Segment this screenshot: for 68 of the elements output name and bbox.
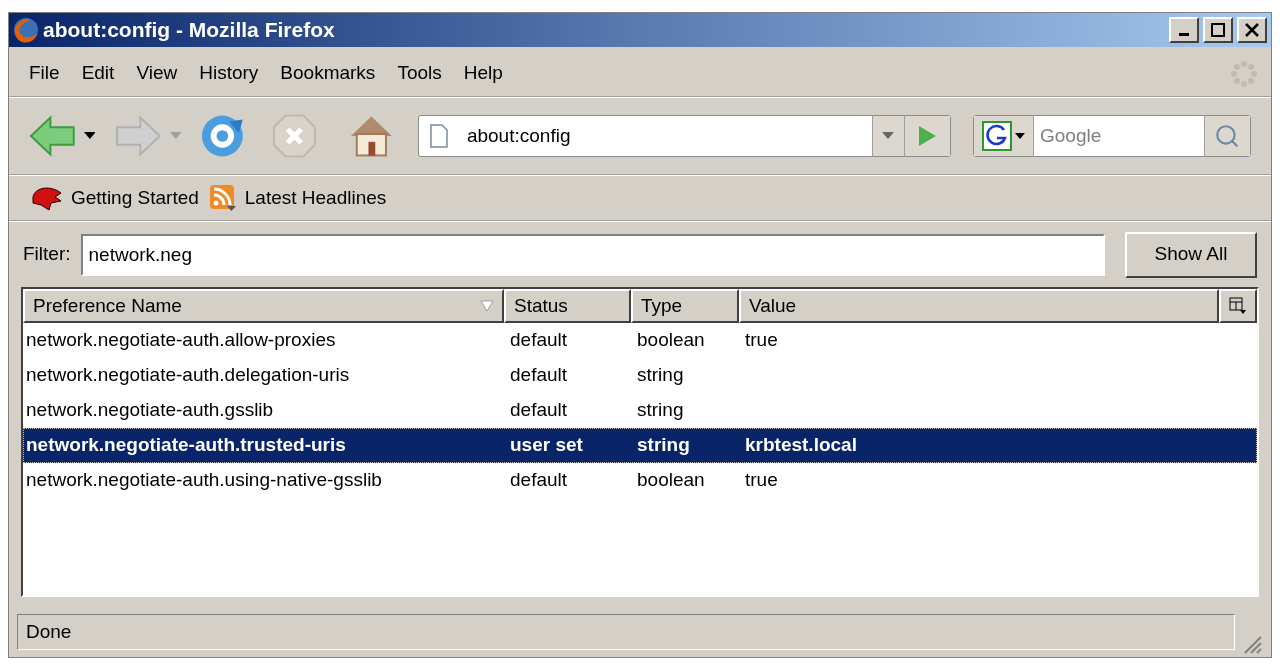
column-picker-icon	[1229, 297, 1247, 315]
table-row[interactable]: network.negotiate-auth.gsslib default string	[23, 393, 1257, 428]
table-cell: network.negotiate-auth.trusted-uris	[26, 434, 346, 456]
menu-item[interactable]: Edit	[73, 59, 123, 88]
table-cell: boolean	[637, 329, 705, 351]
search-icon	[1214, 123, 1241, 149]
column-header[interactable]: Value	[739, 289, 1219, 323]
table-row[interactable]: network.negotiate-auth.using-native-gsslib default boolean true	[23, 463, 1257, 498]
table-cell: default	[510, 364, 568, 386]
table-row[interactable]: network.negotiate-auth.delegation-uris default string	[23, 358, 1257, 393]
maximize-icon	[1211, 23, 1225, 37]
menu-item[interactable]: View	[128, 59, 186, 88]
table-cell: default	[510, 399, 568, 421]
caret-icon	[882, 132, 895, 140]
minimize-button[interactable]	[1169, 17, 1199, 43]
table-cell: network.negotiate-auth.delegation-uris	[26, 364, 350, 386]
table-cell: default	[510, 469, 568, 491]
menu-item[interactable]: Help	[455, 59, 511, 88]
column-header[interactable]: Type	[631, 289, 739, 323]
menu-item[interactable]: File	[21, 59, 68, 88]
table-row[interactable]: network.negotiate-auth.trusted-uris user set string krbtest.local	[23, 428, 1257, 463]
table-cell: user set	[510, 434, 583, 456]
history-dropdown-button[interactable]	[872, 116, 904, 156]
table-cell: string	[637, 434, 690, 456]
search-input[interactable]: Google	[1034, 121, 1204, 151]
status-bar: Done	[17, 614, 1236, 650]
feed-icon	[208, 184, 237, 212]
table-cell: krbtest.local	[745, 434, 857, 456]
engine-logo-icon	[982, 121, 1012, 151]
caret-icon	[1015, 133, 1025, 139]
table-cell: default	[510, 329, 568, 351]
menu-item[interactable]: History	[191, 59, 267, 88]
menu-item[interactable]: Tools	[389, 59, 450, 88]
table-cell: true	[745, 469, 778, 491]
column-header[interactable]: Preference Name	[23, 289, 504, 323]
search-button[interactable]	[1204, 116, 1250, 156]
maximize-button[interactable]	[1203, 17, 1233, 43]
search-field[interactable]: Google	[973, 115, 1251, 157]
search-engine-button[interactable]	[974, 116, 1034, 156]
column-header[interactable]: Status	[504, 289, 631, 323]
sort-arrow-icon	[480, 300, 494, 312]
show-all-button[interactable]: Show All	[1125, 231, 1257, 278]
close-button[interactable]	[1237, 17, 1267, 43]
window-title: about:config - Mozilla Firefox	[43, 17, 336, 44]
filter-field[interactable]: network.neg	[80, 233, 1105, 276]
table-row[interactable]: network.negotiate-auth.allow-proxies default boolean true	[23, 323, 1257, 358]
table-cell: network.negotiate-auth.allow-proxies	[26, 329, 336, 351]
home-icon[interactable]	[349, 114, 394, 158]
table-cell: boolean	[637, 469, 705, 491]
filter-label: Filter:	[23, 242, 71, 267]
play-arrow-icon	[917, 125, 938, 147]
bookmark-item[interactable]: Getting Started	[31, 183, 199, 213]
table-cell: network.negotiate-auth.using-native-gsslib	[26, 469, 382, 491]
column-picker-button[interactable]	[1219, 289, 1257, 323]
dropdown-caret-icon[interactable]	[83, 132, 96, 140]
table-cell: true	[745, 329, 778, 351]
address-field[interactable]: about:config	[417, 115, 951, 157]
table-cell: string	[637, 364, 684, 386]
minimize-icon	[1179, 33, 1189, 36]
page-icon	[428, 124, 449, 148]
back-arrow-icon[interactable]	[29, 114, 76, 158]
reload-icon[interactable]	[199, 113, 245, 159]
fox-globe-icon	[13, 17, 39, 43]
table-cell: string	[637, 399, 684, 421]
bookmark-item[interactable]: Latest Headlines	[208, 183, 387, 213]
menu-item[interactable]: Bookmarks	[272, 59, 384, 88]
table-cell: network.negotiate-auth.gsslib	[26, 399, 274, 421]
close-icon	[1245, 23, 1259, 37]
